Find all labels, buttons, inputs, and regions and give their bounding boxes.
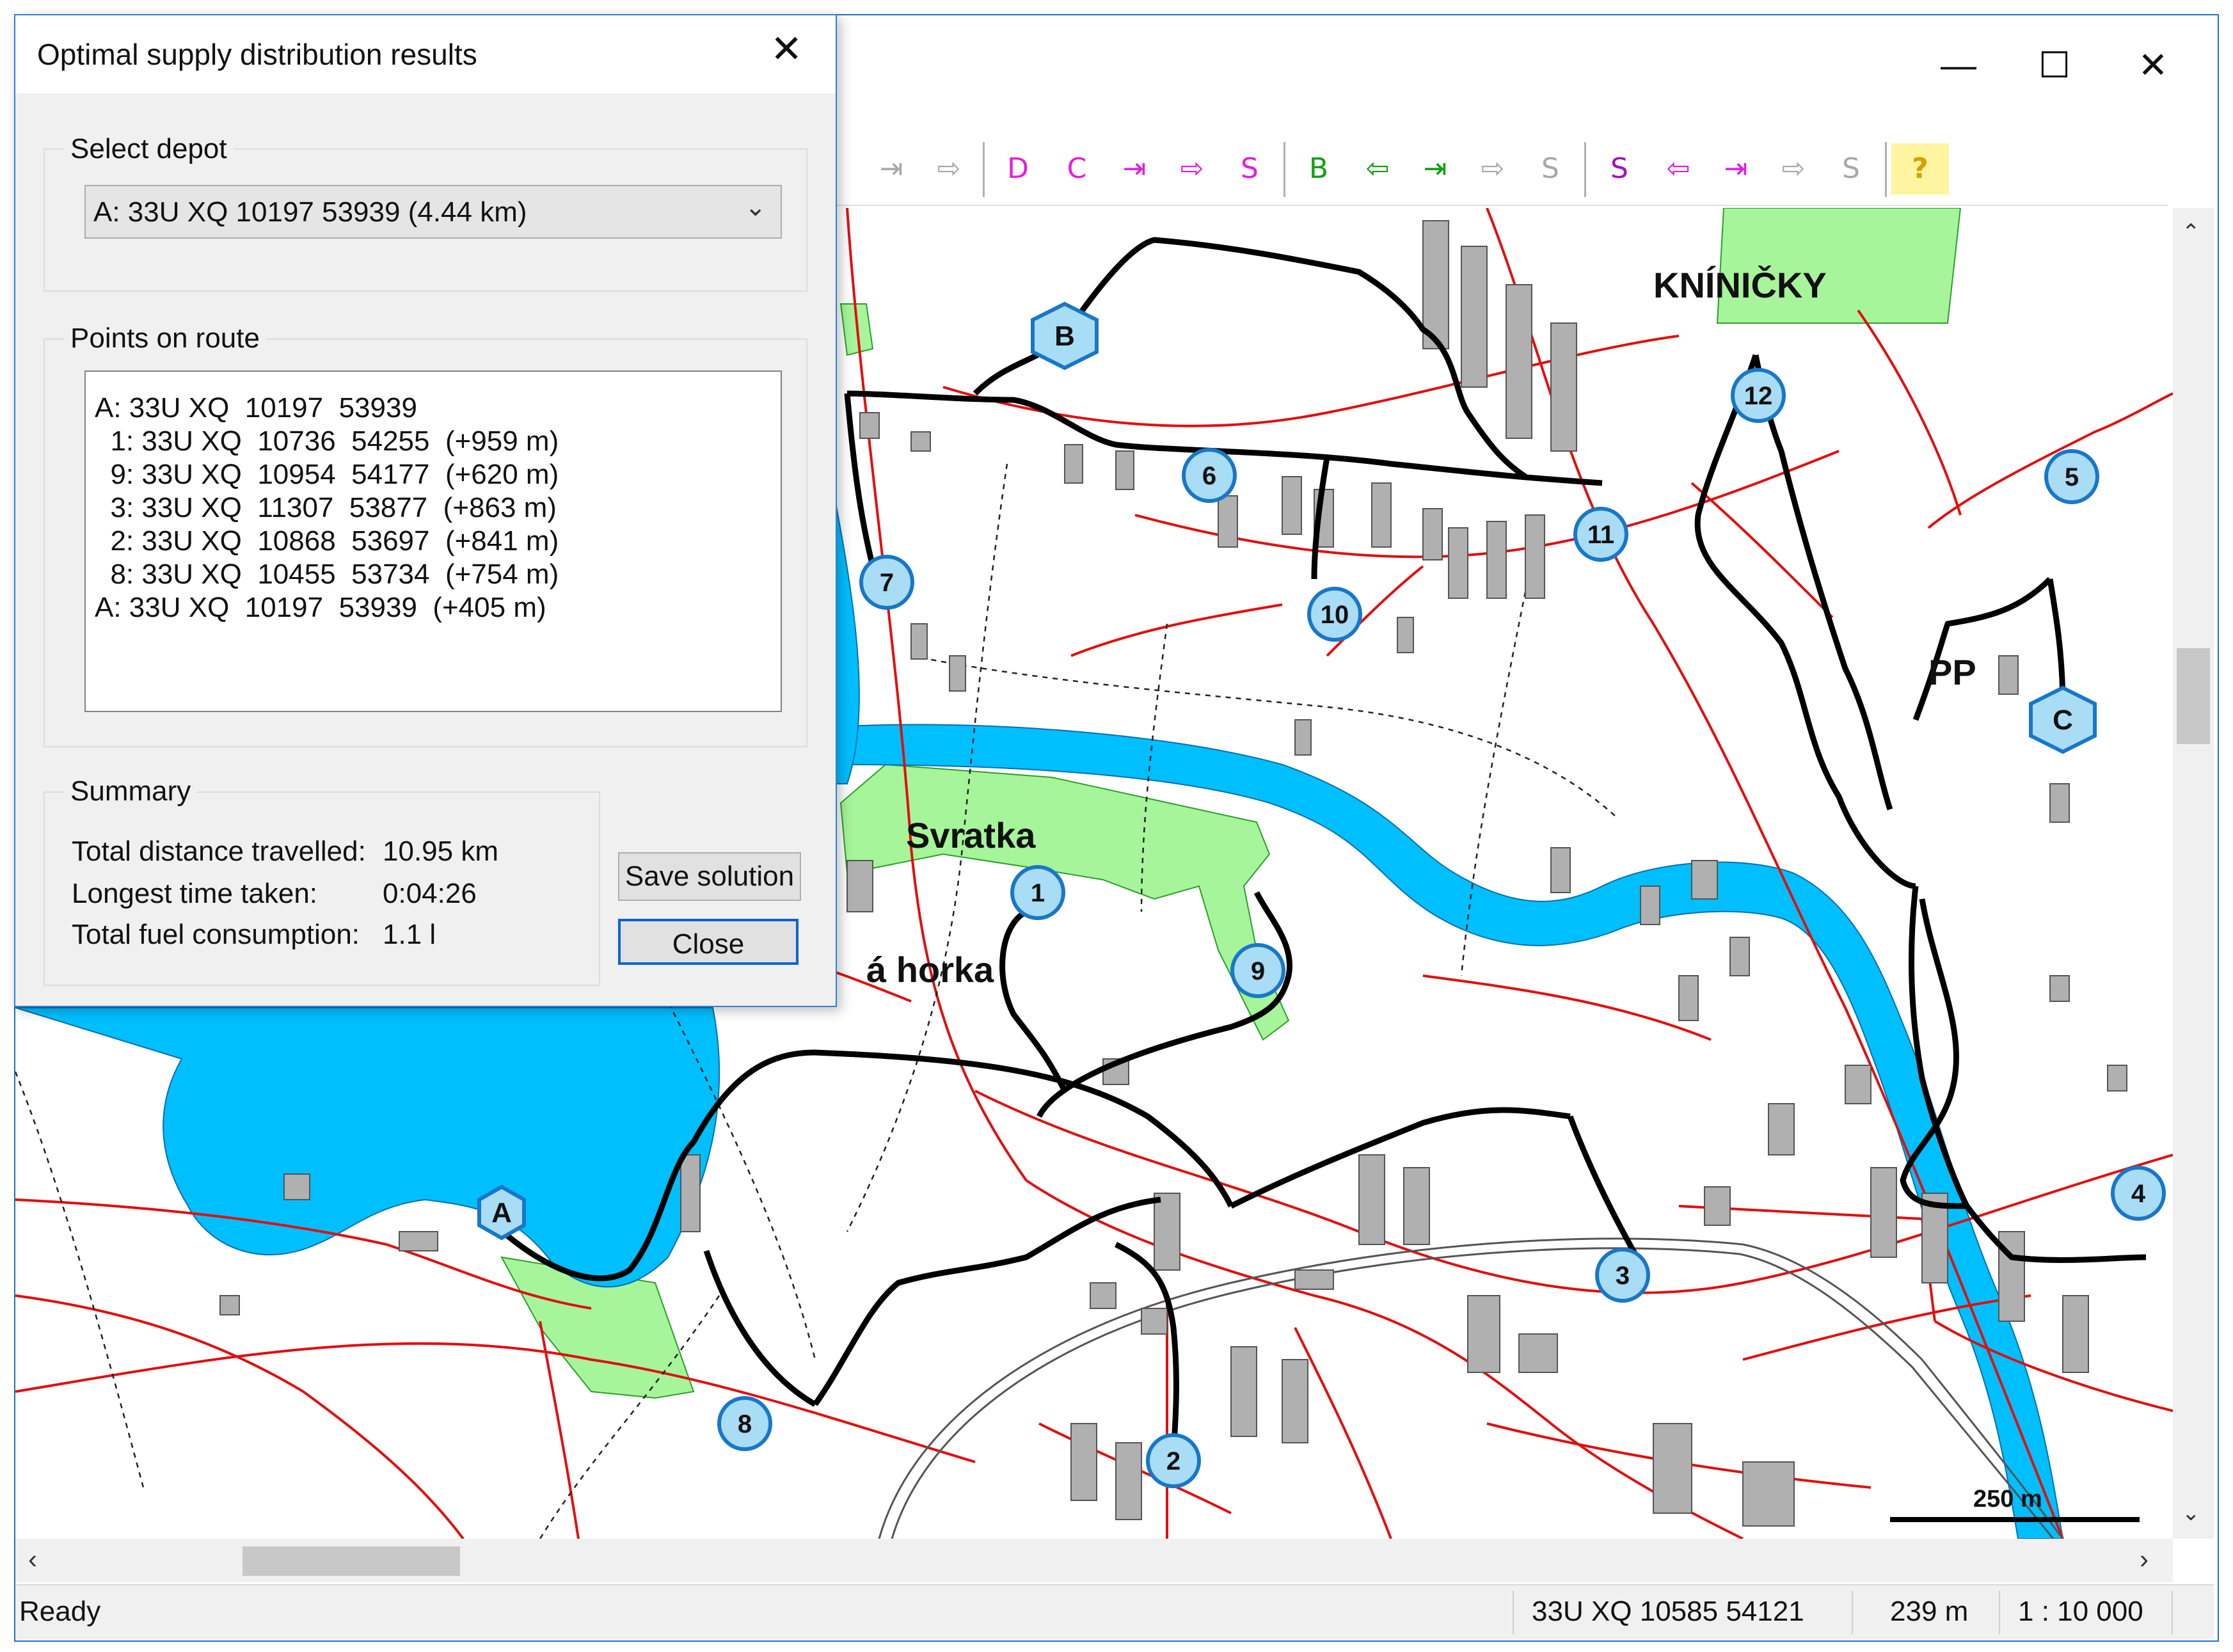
status-bar: Ready 33U XQ 10585 54121 239 m 1 : 10 00…	[15, 1584, 2214, 1639]
close-button[interactable]: Close	[618, 919, 799, 965]
depot-a[interactable]: A	[477, 1184, 526, 1241]
depot-c-icon[interactable]: C	[1048, 143, 1106, 195]
scroll-right-icon[interactable]: ›	[2140, 1544, 2149, 1575]
route-point-line: 1: 33U XQ 10736 54255 (+959 m)	[95, 425, 559, 457]
depot-b-label: B	[1054, 321, 1075, 352]
pp-label: PP	[1928, 652, 1976, 692]
dialog-close-icon[interactable]: ✕	[770, 27, 802, 72]
fuel-consumption-value: 1.1 l	[383, 919, 436, 950]
horizontal-scroll-thumb[interactable]	[242, 1546, 460, 1576]
scroll-left-icon[interactable]: ‹	[28, 1544, 37, 1575]
save-solution-button[interactable]: Save solution	[618, 852, 801, 901]
forward-gray-icon[interactable]: ⇨	[1464, 143, 1522, 195]
points-on-route-label: Points on route	[64, 322, 266, 354]
route-point-4[interactable]: 4	[2111, 1166, 2166, 1221]
fuel-consumption-label: Total fuel consumption:	[72, 919, 360, 950]
route-point-line: 3: 33U XQ 11307 53877 (+863 m)	[95, 492, 557, 523]
step-green-icon[interactable]: ⇥	[1406, 143, 1464, 195]
route-point-line: A: 33U XQ 10197 53939 (+405 m)	[95, 592, 546, 623]
help-icon[interactable]: ?	[1891, 143, 1949, 195]
route-s-gray-icon[interactable]: S	[1522, 143, 1579, 195]
svg-text:2: 2	[1166, 1447, 1180, 1475]
svg-text:10: 10	[1321, 601, 1349, 629]
chevron-down-icon[interactable]: ⌄	[745, 193, 767, 222]
status-text: Ready	[19, 1596, 101, 1627]
scroll-down-icon[interactable]: ⌄	[2182, 1500, 2200, 1526]
depot-c-label: C	[2053, 704, 2073, 736]
step-purple-icon[interactable]: ⇥	[1707, 143, 1765, 195]
route-s-magenta-icon[interactable]: S	[1221, 143, 1278, 195]
svg-text:3: 3	[1616, 1262, 1630, 1290]
maximize-button[interactable]: ☐	[2007, 27, 2102, 104]
svg-text:4: 4	[2131, 1180, 2146, 1208]
svratka-label: Svratka	[906, 815, 1036, 855]
depot-s-icon[interactable]: S	[1591, 143, 1648, 195]
route-point-12[interactable]: 12	[1731, 368, 1786, 423]
status-coordinates: 33U XQ 10585 54121	[1532, 1596, 1804, 1627]
route-point-7[interactable]: 7	[859, 555, 914, 610]
minimize-button[interactable]: —	[1911, 27, 2007, 104]
forward-icon[interactable]: ⇨	[920, 143, 978, 195]
svg-text:1: 1	[1031, 879, 1045, 907]
vertical-scroll-thumb[interactable]	[2177, 648, 2210, 744]
route-point-line: 8: 33U XQ 10455 53734 (+754 m)	[95, 559, 559, 590]
dialog-title-bar: Optimal supply distribution results ✕	[15, 15, 836, 93]
horizontal-scrollbar[interactable]: ‹ ›	[15, 1539, 2173, 1582]
route-point-8[interactable]: 8	[717, 1396, 772, 1451]
route-s-gray2-icon[interactable]: S	[1822, 143, 1880, 195]
depot-d-icon[interactable]: D	[989, 143, 1047, 195]
kninicky-label: KNÍNIČKY	[1653, 265, 1827, 305]
vertical-scrollbar[interactable]: ⌃ ⌄	[2173, 208, 2214, 1539]
longest-time-value: 0:04:26	[383, 878, 477, 909]
route-point-line: 9: 33U XQ 10954 54177 (+620 m)	[95, 459, 559, 490]
route-point-3[interactable]: 3	[1595, 1248, 1650, 1303]
dialog-title: Optimal supply distribution results	[37, 38, 477, 71]
svg-text:12: 12	[1744, 382, 1773, 410]
summary-label: Summary	[64, 775, 198, 807]
depot-b-icon[interactable]: B	[1290, 143, 1347, 195]
select-depot-label: Select depot	[64, 133, 234, 165]
svg-text:8: 8	[738, 1410, 752, 1438]
depot-c[interactable]: C	[2029, 685, 2097, 754]
step-magenta-icon[interactable]: ⇥	[1106, 143, 1163, 195]
depot-select-value: A: 33U XQ 10197 53939 (4.44 km)	[93, 196, 527, 228]
forward-magenta-icon[interactable]: ⇨	[1163, 143, 1221, 195]
route-point-6[interactable]: 6	[1182, 448, 1237, 503]
route-point-5[interactable]: 5	[2044, 449, 2099, 504]
back-magenta-icon[interactable]: ⇦	[1649, 143, 1707, 195]
route-points-list[interactable]: A: 33U XQ 10197 53939 1: 33U XQ 10736 54…	[84, 370, 782, 712]
route-point-9[interactable]: 9	[1230, 943, 1285, 998]
close-window-button[interactable]: ✕	[2105, 27, 2201, 104]
scroll-up-icon[interactable]: ⌃	[2182, 219, 2200, 245]
longest-time-label: Longest time taken:	[72, 878, 318, 909]
back-green-icon[interactable]: ⇦	[1349, 143, 1406, 195]
svg-text:6: 6	[1202, 462, 1216, 490]
step-icon[interactable]: ⇥	[862, 143, 920, 195]
forward-gray2-icon[interactable]: ⇨	[1765, 143, 1822, 195]
depot-b[interactable]: B	[1031, 301, 1099, 370]
status-scale: 1 : 10 000	[2018, 1596, 2143, 1627]
svg-text:5: 5	[2065, 463, 2079, 491]
horka-label: á horka	[866, 949, 994, 990]
route-point-1[interactable]: 1	[1010, 865, 1065, 920]
results-dialog: Optimal supply distribution results ✕ Se…	[14, 14, 837, 1007]
depot-select[interactable]: A: 33U XQ 10197 53939 (4.44 km) ⌄	[84, 185, 782, 239]
svg-text:9: 9	[1251, 957, 1265, 985]
total-distance-value: 10.95 km	[383, 836, 498, 867]
status-distance: 239 m	[1890, 1596, 1969, 1627]
scale-bar-label: 250 m	[1973, 1486, 2042, 1513]
route-point-2[interactable]: 2	[1146, 1433, 1201, 1488]
route-point-11[interactable]: 11	[1573, 507, 1628, 562]
route-point-line: 2: 33U XQ 10868 53697 (+841 m)	[95, 525, 559, 557]
map-toolbar: ⇥ ⇨ D C ⇥ ⇨ S B ⇦ ⇥ ⇨ S S ⇦ ⇥ ⇨ S ?	[811, 136, 2168, 206]
svg-text:11: 11	[1587, 521, 1614, 549]
route-point-10[interactable]: 10	[1307, 587, 1362, 642]
route-point-line: A: 33U XQ 10197 53939	[95, 392, 417, 424]
total-distance-label: Total distance travelled:	[72, 836, 366, 867]
depot-a-label: A	[491, 1197, 512, 1228]
svg-text:7: 7	[880, 569, 894, 597]
